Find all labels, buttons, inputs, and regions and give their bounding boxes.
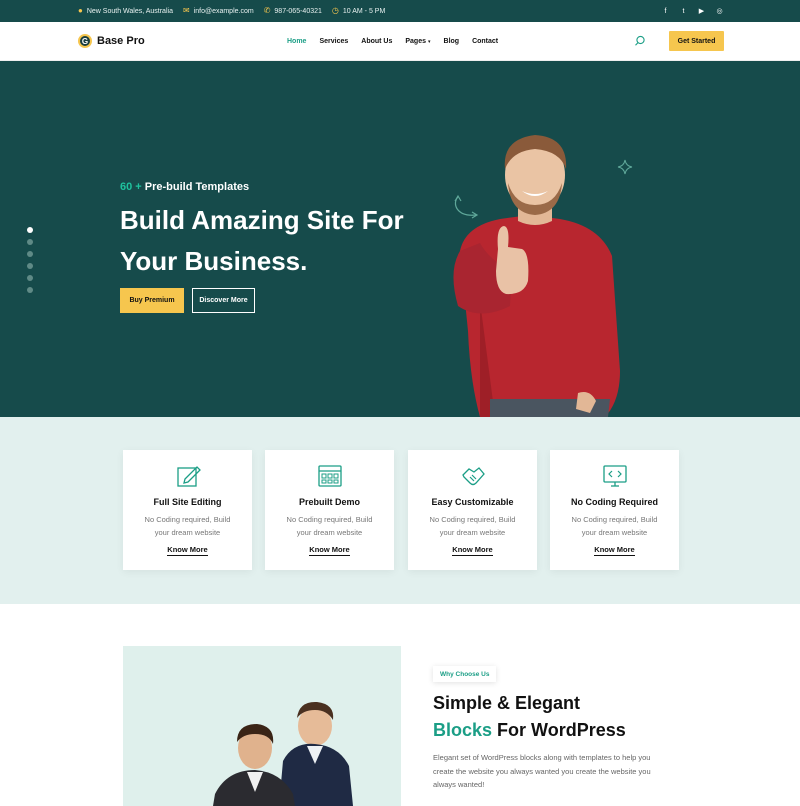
hours-text: 10 AM - 5 PM <box>342 7 386 15</box>
why-title-rest: For WordPress <box>492 720 626 740</box>
clock-icon: ◷ <box>331 6 339 15</box>
slider-dot[interactable] <box>27 287 33 293</box>
main-header: G Base Pro Home Services About Us Pages ▾… <box>0 22 800 61</box>
why-title: Simple & Elegant Blocks For WordPress <box>433 690 693 744</box>
social-links: f t ▶ ◎ <box>661 0 724 22</box>
slider-dot[interactable] <box>27 263 33 269</box>
main-menu: Home Services About Us Pages ▾ Blog Conta… <box>287 22 511 61</box>
two-men-illustration <box>213 701 353 806</box>
email-item[interactable]: ✉ info@example.com <box>183 7 254 15</box>
template-count: 60 + <box>120 181 142 193</box>
edit-icon <box>176 466 201 487</box>
subtitle-text: Pre-build Templates <box>144 181 250 193</box>
phone-text[interactable]: 987-065-40321 <box>274 8 322 15</box>
feature-desc: No Coding required, Build your dream webs… <box>571 515 658 537</box>
youtube-icon[interactable]: ▶ <box>697 7 706 16</box>
slider-dots <box>27 227 33 293</box>
nav-pages[interactable]: Pages ▾ <box>405 38 430 45</box>
feature-card: No Coding Required No Coding required, B… <box>550 450 679 570</box>
email-text[interactable]: info@example.com <box>194 8 254 15</box>
site-logo[interactable]: G Base Pro <box>78 34 145 48</box>
feature-title: No Coding Required <box>571 497 658 507</box>
discover-more-button[interactable]: Discover More <box>192 288 255 313</box>
chevron-down-icon: ▾ <box>428 38 431 45</box>
slider-dot[interactable] <box>27 239 33 245</box>
location-item: ● New South Wales, Australia <box>78 7 173 15</box>
nav-home[interactable]: Home <box>287 38 306 45</box>
location-pin-icon: ● <box>78 6 83 15</box>
grid-demo-icon <box>317 465 342 487</box>
feature-desc: No Coding required, Build your dream webs… <box>429 515 516 537</box>
handshake-icon <box>461 467 485 486</box>
nav-about-us[interactable]: About Us <box>361 38 392 45</box>
hero-title-line1: Build Amazing Site For <box>120 205 404 235</box>
phone-item[interactable]: ✆ 987-065-40321 <box>264 7 322 15</box>
hero-section: 60 + Pre-build Templates Build Amazing S… <box>0 61 800 417</box>
slider-dot[interactable] <box>27 227 33 233</box>
nav-blog[interactable]: Blog <box>444 38 460 45</box>
team-image <box>123 646 401 806</box>
feature-card: Prebuilt Demo No Coding required, Build y… <box>265 450 394 570</box>
why-choose-us-badge: Why Choose Us <box>433 666 497 682</box>
feature-desc: No Coding required, Build your dream webs… <box>144 515 231 537</box>
slider-dot[interactable] <box>27 275 33 281</box>
nav-contact[interactable]: Contact <box>472 38 498 45</box>
hero-title: Build Amazing Site For Your Business. <box>120 200 440 282</box>
why-title-highlight: Blocks <box>433 720 493 740</box>
why-description: Elegant set of WordPress blocks along wi… <box>433 753 651 789</box>
twitter-icon[interactable]: t <box>679 7 688 16</box>
slider-dot[interactable] <box>27 251 33 257</box>
nav-services[interactable]: Services <box>319 38 348 45</box>
know-more-link[interactable]: Know More <box>550 545 679 556</box>
mail-icon: ✉ <box>182 6 190 15</box>
why-title-line1: Simple & Elegant <box>433 693 581 713</box>
feature-card: Full Site Editing No Coding required, Bu… <box>123 450 252 570</box>
feature-title: Easy Customizable <box>431 497 514 507</box>
know-more-link[interactable]: Know More <box>123 545 252 556</box>
features-section: Full Site Editing No Coding required, Bu… <box>0 417 800 604</box>
phone-icon: ✆ <box>263 6 271 15</box>
buy-premium-button[interactable]: Buy Premium <box>120 288 184 313</box>
feature-title: Prebuilt Demo <box>298 497 360 507</box>
feature-card: Easy Customizable No Coding required, Bu… <box>408 450 537 570</box>
why-choose-us-section: Why Choose Us Simple & Elegant Blocks For… <box>0 604 800 806</box>
hero-subtitle: 60 + Pre-build Templates <box>120 181 249 193</box>
facebook-icon[interactable]: f <box>661 7 670 16</box>
hero-title-line2: Your Business. <box>120 246 308 276</box>
know-more-link[interactable]: Know More <box>265 545 394 556</box>
logo-text: Base Pro <box>97 35 145 47</box>
feature-desc: No Coding required, Build your dream webs… <box>286 515 373 537</box>
hero-person-image <box>453 135 620 417</box>
code-monitor-icon <box>602 465 627 487</box>
know-more-link[interactable]: Know More <box>408 545 537 556</box>
top-info-bar: ● New South Wales, Australia ✉ info@exampl… <box>0 0 800 22</box>
feature-title: Full Site Editing <box>153 497 222 507</box>
instagram-icon[interactable]: ◎ <box>715 7 724 16</box>
get-started-button[interactable]: Get Started <box>669 31 724 51</box>
contact-info: ● New South Wales, Australia ✉ info@exampl… <box>78 0 385 22</box>
location-text: New South Wales, Australia <box>86 7 173 15</box>
hours-item: ◷ 10 AM - 5 PM <box>332 7 385 15</box>
logo-mark-icon: G <box>78 34 92 48</box>
search-icon[interactable] <box>634 35 646 47</box>
